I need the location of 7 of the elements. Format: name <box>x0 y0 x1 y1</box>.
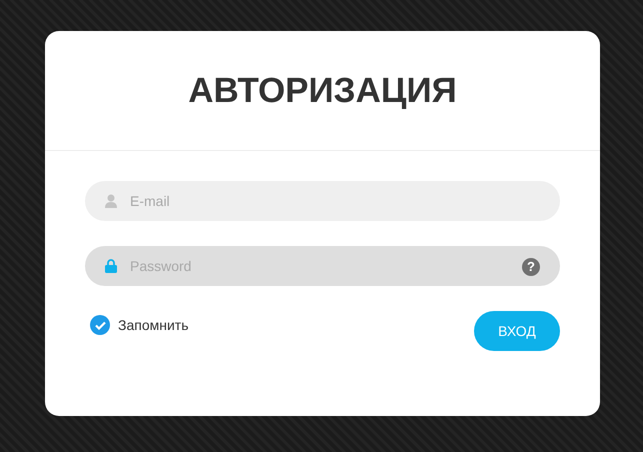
card-title: АВТОРИЗАЦИЯ <box>188 70 457 112</box>
check-icon <box>94 320 106 330</box>
user-icon <box>105 194 117 208</box>
remember-checkbox[interactable] <box>90 315 110 335</box>
input-field[interactable]: E-mail <box>85 181 560 221</box>
remember-label: Запомнить <box>118 316 188 334</box>
lock-icon <box>105 259 117 273</box>
